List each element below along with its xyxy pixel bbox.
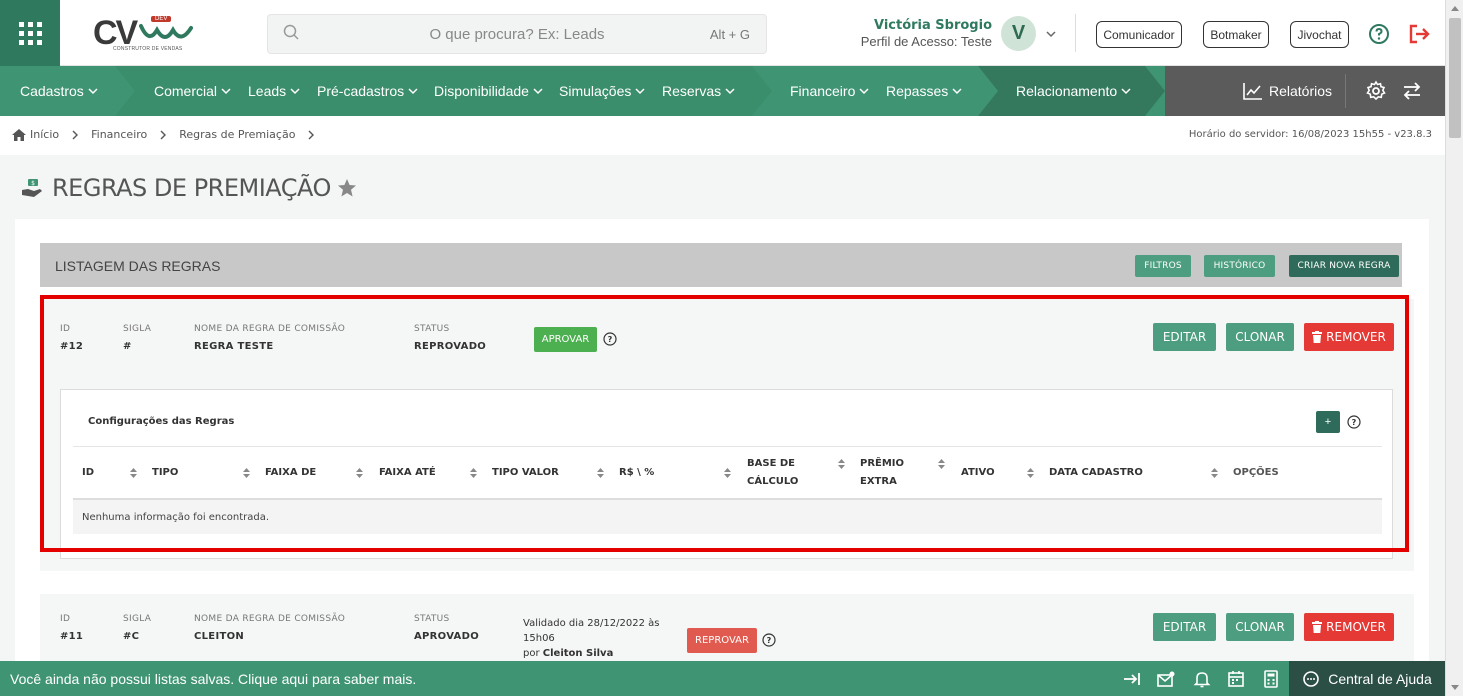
- reports-link[interactable]: Relatórios: [1243, 66, 1332, 116]
- mail-icon[interactable]: [1156, 669, 1176, 689]
- filters-button[interactable]: FILTROS: [1135, 255, 1191, 277]
- user-name: Victória Sbrogio: [873, 18, 992, 33]
- avatar[interactable]: V: [1001, 16, 1036, 51]
- nav-divider: [1345, 74, 1346, 108]
- swap-icon[interactable]: [1401, 80, 1423, 102]
- money-hand-icon: $: [22, 179, 42, 197]
- nav-item-simulacoes[interactable]: Simulações: [559, 66, 645, 116]
- user-profile: Perfil de Acesso: Teste: [860, 34, 992, 49]
- status-label: STATUS: [414, 614, 450, 624]
- listing-title: LISTAGEM DAS REGRAS: [55, 258, 221, 274]
- nav-item-cadastros[interactable]: Cadastros: [20, 66, 98, 116]
- apps-menu-button[interactable]: [0, 0, 60, 66]
- nav-item-repasses[interactable]: Repasses: [886, 66, 962, 116]
- grid-icon: [18, 21, 42, 45]
- reject-button[interactable]: REPROVAR: [687, 628, 757, 653]
- listing-header: LISTAGEM DAS REGRAS FILTROS HISTÓRICO CR…: [40, 243, 1402, 287]
- collapse-right-icon[interactable]: [1122, 669, 1142, 689]
- chart-line-icon: [1243, 83, 1262, 100]
- chevron-down-icon: [952, 88, 962, 95]
- search-shortcut: Alt + G: [709, 26, 750, 42]
- search-placeholder: O que procura? Ex: Leads: [429, 25, 605, 43]
- chevron-down-icon: [859, 88, 869, 95]
- scroll-down-arrow[interactable]: [1451, 685, 1459, 690]
- chevron-down-icon: [290, 88, 300, 95]
- highlight-box: [40, 295, 1409, 552]
- nav-tools: Relatórios: [1165, 66, 1445, 116]
- help-icon[interactable]: [1367, 22, 1391, 46]
- chevron-down-icon[interactable]: [1045, 28, 1057, 40]
- top-header: CV DEV CONSTRUTOR DE VENDAS O que procur…: [0, 0, 1445, 66]
- clone-button[interactable]: CLONAR: [1226, 613, 1294, 641]
- validated-by: Cleiton Silva: [542, 648, 614, 659]
- chevron-down-icon: [725, 88, 735, 95]
- chevron-down-icon: [221, 88, 231, 95]
- scroll-thumb[interactable]: [1449, 18, 1461, 138]
- chevron-down-icon: [1121, 88, 1131, 95]
- chevron-right-icon: [308, 130, 315, 139]
- bell-icon[interactable]: [1192, 669, 1212, 689]
- saved-lists-message[interactable]: Você ainda não possui listas salvas. Cli…: [10, 671, 416, 687]
- calendar-icon[interactable]: [1226, 669, 1246, 689]
- calculator-icon[interactable]: [1261, 669, 1281, 689]
- history-button[interactable]: HISTÓRICO: [1204, 255, 1275, 277]
- create-rule-button[interactable]: CRIAR NOVA REGRA: [1289, 255, 1399, 277]
- gear-icon[interactable]: [1365, 80, 1387, 102]
- home-icon: [12, 128, 26, 141]
- rule-id: #11: [60, 631, 84, 642]
- logo[interactable]: CV DEV CONSTRUTOR DE VENDAS: [93, 12, 193, 56]
- nav-item-leads[interactable]: Leads: [248, 66, 300, 116]
- botmaker-button[interactable]: Botmaker: [1203, 21, 1269, 48]
- help-center-button[interactable]: Central de Ajuda: [1289, 661, 1445, 696]
- validation-info: Validado dia 28/12/2022 às 15h06 por Cle…: [523, 618, 660, 659]
- trash-icon: [1312, 621, 1323, 633]
- scroll-up-arrow[interactable]: [1451, 6, 1459, 11]
- user-info[interactable]: Victória Sbrogio Perfil de Acesso: Teste: [840, 18, 992, 49]
- nav-item-comercial[interactable]: Comercial: [154, 66, 231, 116]
- header-divider: [1075, 14, 1076, 52]
- svg-text:$: $: [31, 180, 35, 187]
- comunicador-button[interactable]: Comunicador: [1096, 21, 1182, 48]
- remove-button[interactable]: REMOVER: [1304, 613, 1394, 641]
- page-title-row: $ REGRAS DE PREMIAÇÃO: [20, 174, 357, 202]
- search-box[interactable]: O que procura? Ex: Leads Alt + G: [267, 14, 767, 54]
- main-nav: Cadastros Comercial Leads Pré-cadastros …: [0, 66, 1445, 116]
- edit-button[interactable]: EDITAR: [1153, 613, 1216, 641]
- help-icon[interactable]: ?: [762, 633, 776, 647]
- nav-item-financeiro[interactable]: Financeiro: [790, 66, 869, 116]
- breadcrumb-home[interactable]: Início: [30, 128, 59, 141]
- logout-icon[interactable]: [1407, 22, 1431, 46]
- breadcrumb-current: Regras de Premiação: [179, 128, 296, 141]
- star-icon[interactable]: [337, 178, 357, 198]
- page-title: REGRAS DE PREMIAÇÃO: [52, 174, 331, 202]
- logo-badge: DEV: [151, 16, 172, 22]
- nav-item-relacionamento[interactable]: Relacionamento: [1016, 66, 1131, 116]
- scrollbar[interactable]: [1445, 0, 1463, 696]
- jivochat-button[interactable]: Jivochat: [1290, 21, 1349, 48]
- sigla-label: SIGLA: [123, 614, 152, 624]
- chevron-down-icon: [635, 88, 645, 95]
- footer-bar: Você ainda não possui listas salvas. Cli…: [0, 661, 1445, 696]
- server-time: Horário do servidor: 16/08/2023 15h55 - …: [1188, 129, 1432, 140]
- nav-item-disponibilidade[interactable]: Disponibilidade: [434, 66, 543, 116]
- id-label: ID: [60, 614, 71, 624]
- chevron-down-icon: [88, 88, 98, 95]
- chevron-right-icon: [160, 130, 167, 139]
- rule-status: APROVADO: [414, 631, 480, 642]
- logo-wave-icon: [139, 24, 193, 39]
- svg-text:?: ?: [767, 636, 772, 645]
- logo-subtitle: CONSTRUTOR DE VENDAS: [113, 46, 183, 52]
- breadcrumb-financeiro[interactable]: Financeiro: [91, 128, 147, 141]
- chevron-down-icon: [408, 88, 418, 95]
- chevron-down-icon: [533, 88, 543, 95]
- breadcrumb: Início Financeiro Regras de Premiação: [12, 128, 327, 141]
- nome-label: NOME DA REGRA DE COMISSÃO: [194, 614, 346, 624]
- chevron-right-icon: [72, 130, 79, 139]
- rule-name: CLEITON: [194, 631, 245, 642]
- breadcrumb-bar: Início Financeiro Regras de Premiação Ho…: [0, 116, 1445, 155]
- nav-item-reservas[interactable]: Reservas: [662, 66, 735, 116]
- chat-icon: [1303, 670, 1320, 687]
- rule-sigla: #C: [123, 631, 140, 642]
- nav-item-pre-cadastros[interactable]: Pré-cadastros: [317, 66, 418, 116]
